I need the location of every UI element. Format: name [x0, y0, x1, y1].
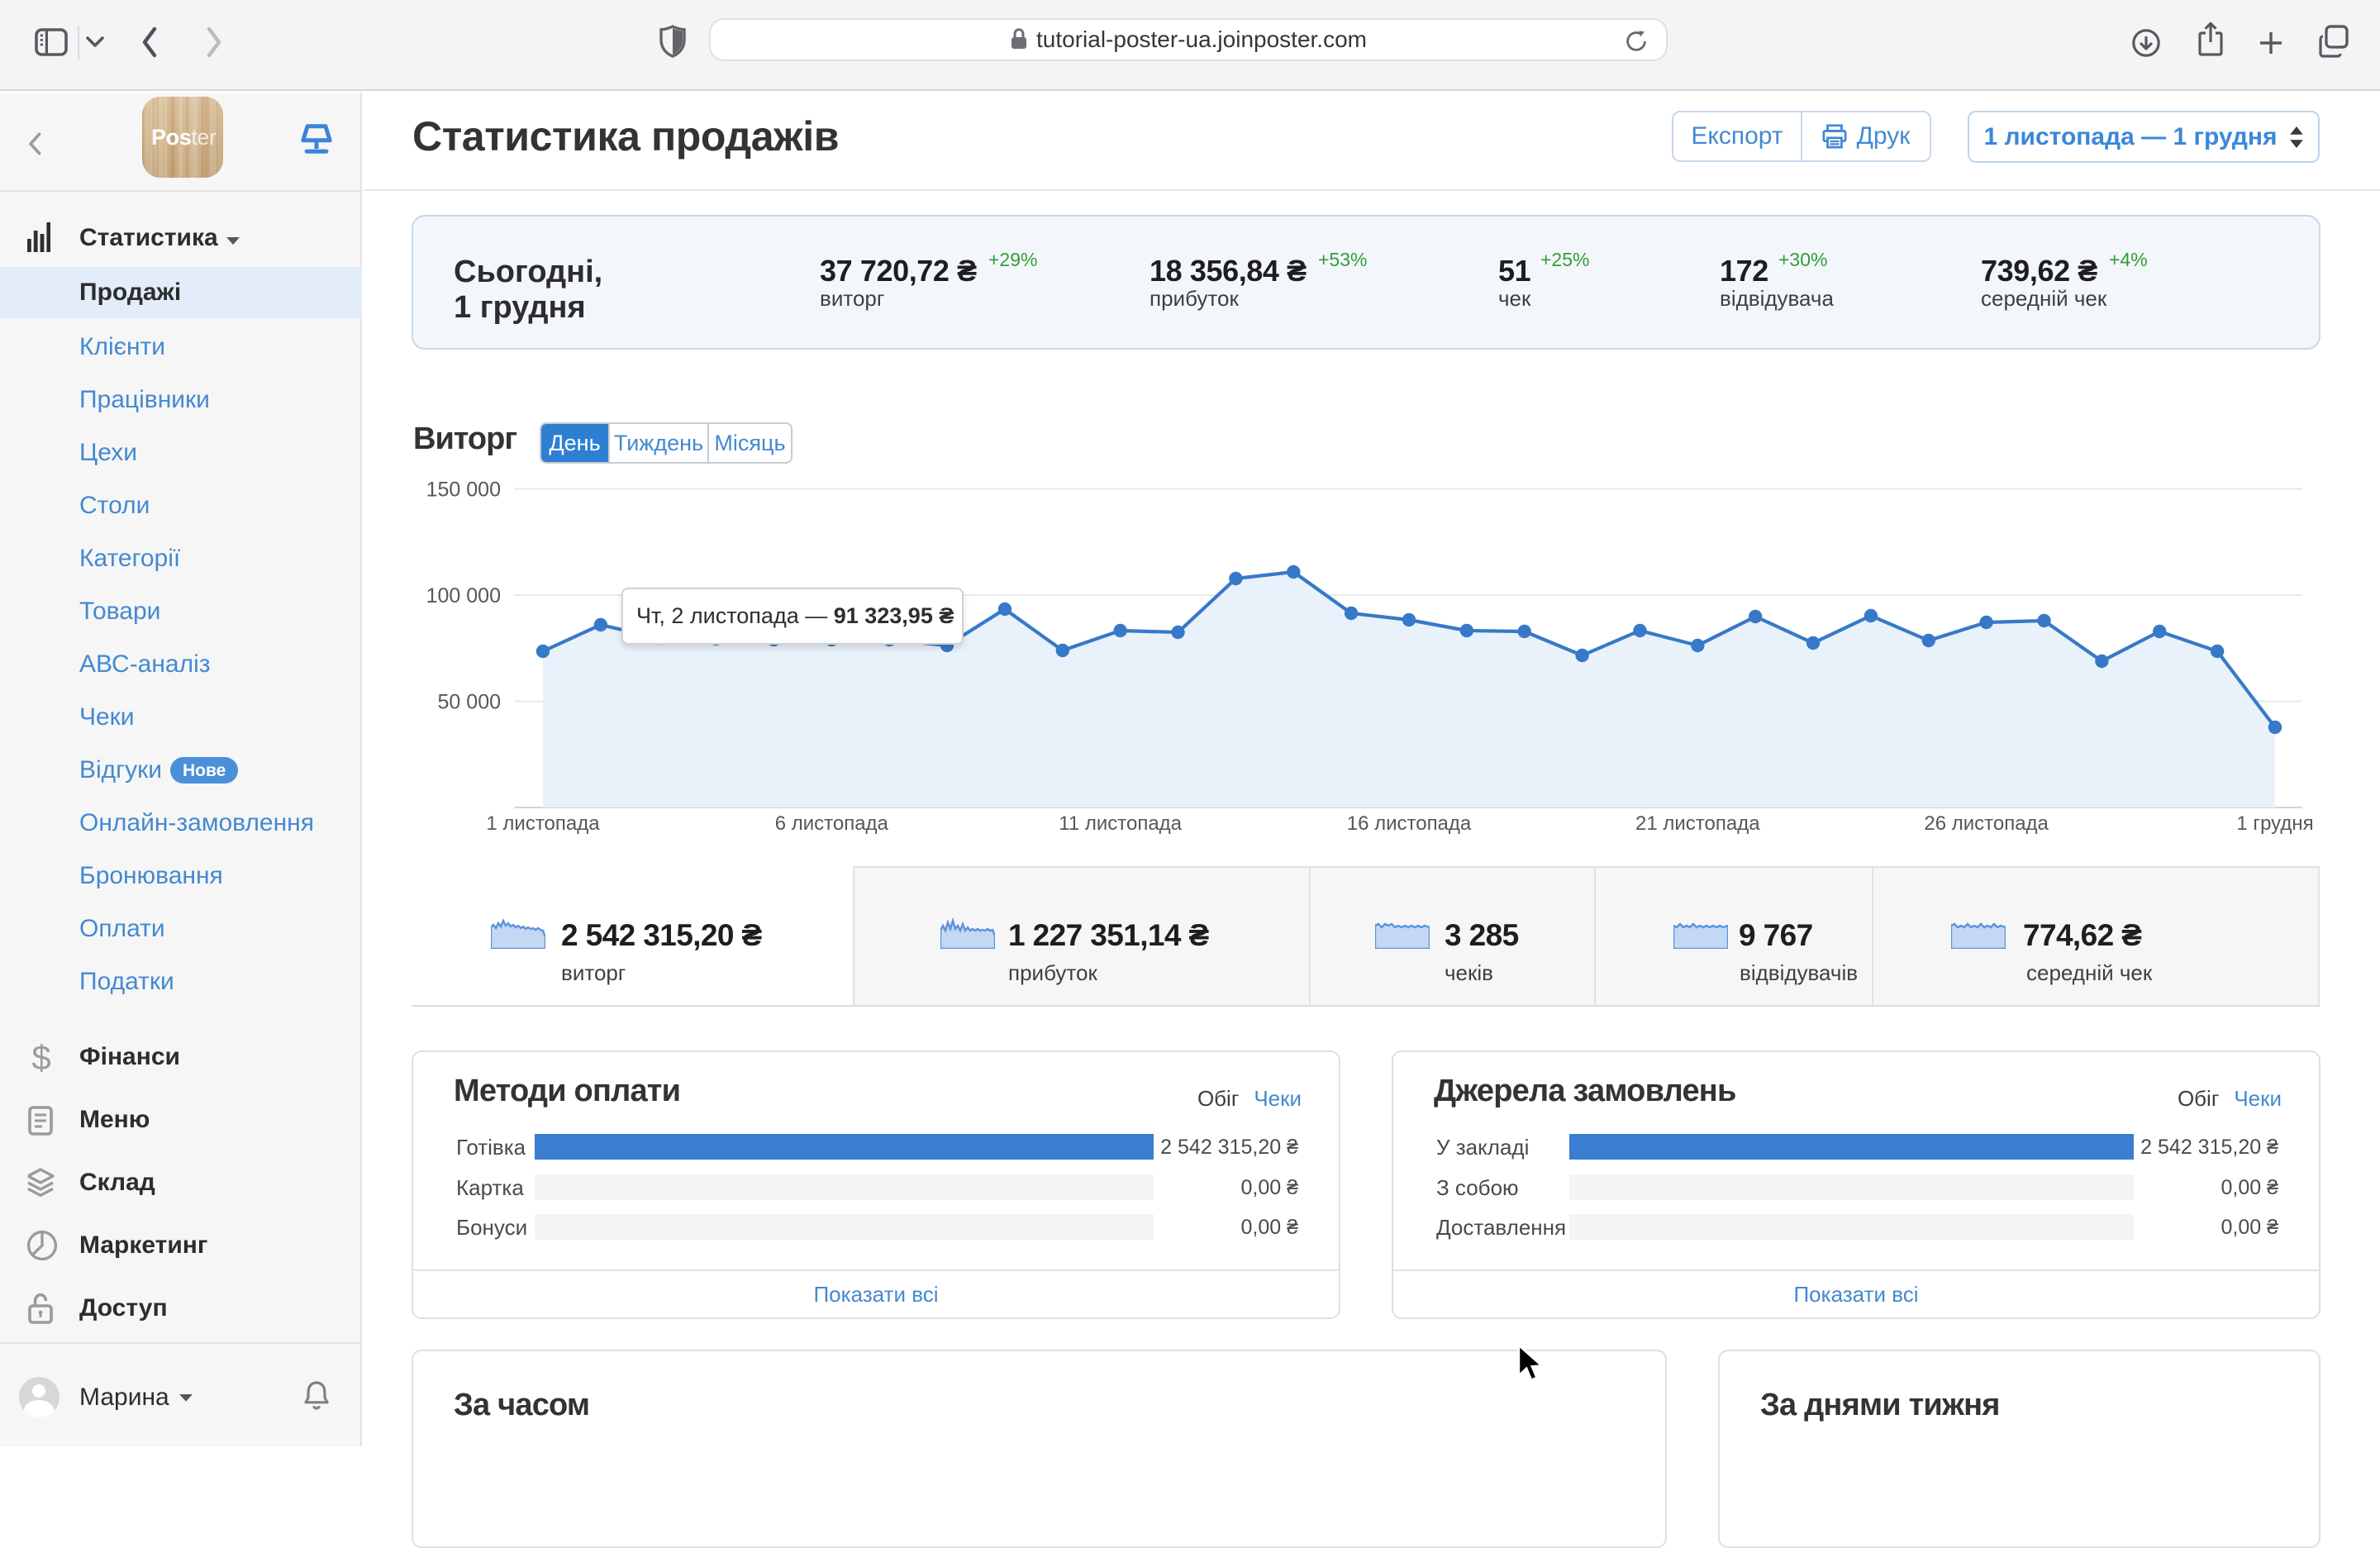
svg-text:6 листопада: 6 листопада [775, 812, 889, 835]
svg-text:21 листопада: 21 листопада [1635, 812, 1760, 835]
svg-text:26 листопада: 26 листопада [1924, 812, 2049, 835]
svg-text:150 000: 150 000 [426, 479, 501, 502]
svg-text:16 листопада: 16 листопада [1347, 812, 1472, 835]
svg-text:11 листопада: 11 листопада [1059, 812, 1182, 835]
svg-text:50 000: 50 000 [438, 691, 501, 714]
svg-text:1 грудня: 1 грудня [2236, 812, 2313, 835]
svg-text:100 000: 100 000 [426, 584, 501, 607]
svg-text:1 листопада: 1 листопада [486, 812, 600, 835]
